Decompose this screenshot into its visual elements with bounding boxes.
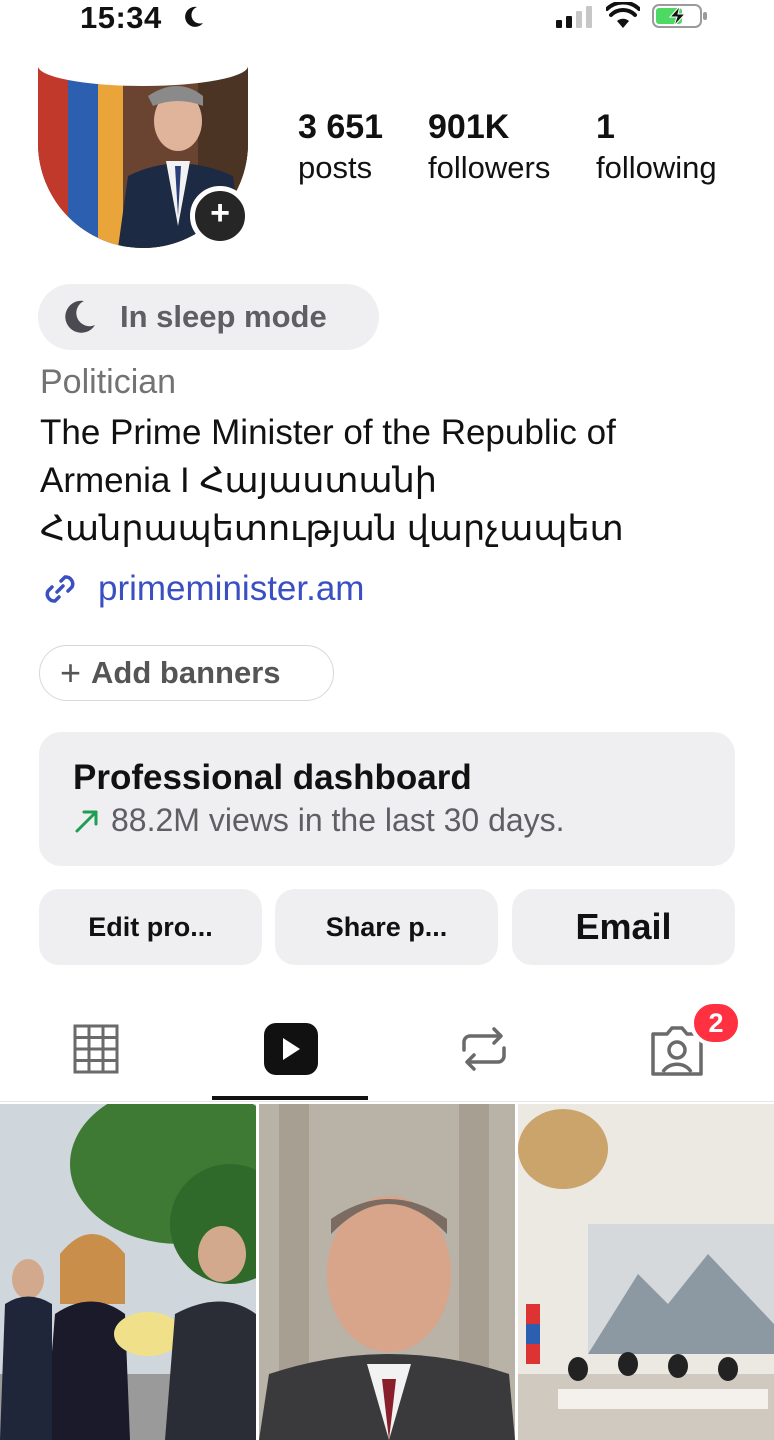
tagged-badge: 2: [690, 1000, 742, 1046]
active-tab-indicator: [212, 1096, 368, 1100]
profile-tabs: [0, 1000, 774, 1102]
professional-dashboard-card[interactable]: Professional dashboard 88.2M views in th…: [39, 732, 735, 866]
grid-icon[interactable]: [66, 1020, 126, 1080]
edit-profile-button[interactable]: Edit pro...: [39, 889, 262, 965]
share-profile-button[interactable]: Share p...: [275, 889, 498, 965]
reel-thumbnail[interactable]: [259, 1104, 515, 1440]
stat-followers-value: 901K: [428, 108, 510, 146]
profile-link[interactable]: primeminister.am: [40, 566, 364, 612]
bio-line: Հանրապետության վարչապետ: [40, 509, 624, 548]
link-icon: [45, 575, 75, 603]
tab-divider: [0, 1101, 774, 1102]
reel-thumbnail[interactable]: [518, 1104, 774, 1440]
wifi-icon: [606, 2, 640, 28]
profile-stats: 3 651 posts 901K followers 1 following: [298, 108, 758, 198]
profile-link-text[interactable]: primeminister.am: [98, 569, 364, 609]
plus-icon: +: [210, 194, 230, 232]
repost-icon[interactable]: [454, 1020, 514, 1080]
dashboard-subtitle-row: 88.2M views in the last 30 days.: [73, 802, 735, 839]
status-time: 15:34: [80, 0, 162, 35]
reel-thumbnail[interactable]: [0, 1104, 256, 1440]
stat-posts-label: posts: [298, 150, 373, 185]
reel-thumbnail-image: [518, 1104, 774, 1440]
stat-following-label: following: [596, 150, 717, 185]
stat-following[interactable]: 1 following: [596, 108, 717, 186]
profile-category: Politician: [40, 363, 177, 401]
add-story-button[interactable]: +: [190, 186, 250, 246]
add-banners-button[interactable]: + Add banners: [39, 645, 334, 701]
dashboard-subtitle: 88.2M views in the last 30 days.: [111, 802, 565, 838]
email-button[interactable]: Email: [512, 889, 735, 965]
sleep-mode-pill[interactable]: In sleep mode: [38, 284, 379, 350]
stat-followers-label: followers: [428, 150, 551, 185]
reels-icon[interactable]: [260, 1020, 320, 1080]
trend-arrow-icon: [75, 810, 98, 832]
stat-followers[interactable]: 901K followers: [428, 108, 550, 186]
reel-thumbnail-image: [0, 1104, 256, 1440]
stat-posts[interactable]: 3 651 posts: [298, 108, 383, 186]
signal-icon: [556, 6, 592, 28]
bio-line: Armenia I Հայաստանի: [40, 461, 437, 500]
sleep-mode-label: In sleep mode: [120, 299, 327, 334]
stat-following-value: 1: [596, 108, 615, 146]
dashboard-title: Professional dashboard: [73, 758, 472, 797]
moon-icon: [185, 6, 203, 27]
battery-charging-icon: [652, 4, 707, 28]
reel-thumbnail-image: [259, 1104, 515, 1440]
plus-icon: +: [60, 652, 82, 693]
bio-line: The Prime Minister of the Republic of: [40, 413, 616, 452]
moon-icon: [65, 300, 95, 333]
profile-bio: The Prime Minister of the Republic of Ar…: [40, 409, 740, 553]
add-banners-label: Add banners: [91, 655, 281, 690]
stat-posts-value: 3 651: [298, 108, 384, 146]
status-bar: 15:34: [0, 0, 774, 40]
